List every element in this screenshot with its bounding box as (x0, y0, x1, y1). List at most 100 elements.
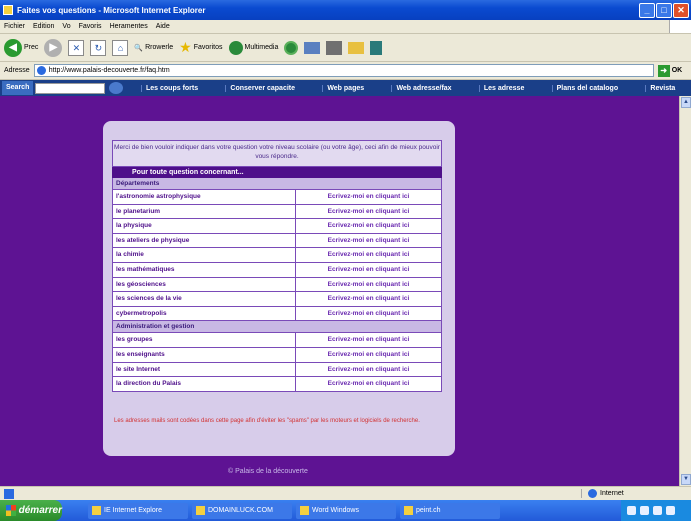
table-row: les sciences de la vie Ecrivez-moi en cli… (112, 292, 442, 307)
media-label: Multimedia (244, 44, 279, 51)
contact-link[interactable]: Ecrivez-moi en cliquant ici (296, 307, 441, 321)
favorites-button[interactable]: ★ Favoritos (179, 39, 222, 56)
system-tray (621, 500, 691, 521)
contact-link[interactable]: Ecrivez-moi en cliquant ici (296, 263, 441, 277)
status-bar: Internet (0, 486, 691, 500)
links-bar: Search Les coups forts Conserver capacit… (0, 80, 691, 96)
link-item[interactable]: Web pages (322, 84, 368, 92)
link-item[interactable]: Conserver capacite (225, 84, 299, 92)
link-item[interactable]: Les adresse (478, 84, 528, 92)
mail-icon[interactable] (304, 41, 321, 54)
row-label: les ateliers de physique (113, 233, 296, 248)
scroll-up-icon[interactable]: ▲ (681, 97, 691, 108)
spam-note: Les adresses mails sont codées dans cett… (114, 418, 420, 424)
row-label: la direction du Palais (113, 377, 296, 391)
row-label: les enseignants (113, 347, 296, 362)
minimize-button[interactable]: _ (639, 2, 655, 18)
menu-tools[interactable]: Heramentes (110, 23, 148, 30)
row-label: le site Internet (113, 362, 296, 377)
search-label: Rrowerle (145, 44, 174, 51)
app-icon (404, 506, 413, 515)
section-header: Départements (112, 178, 442, 190)
back-button[interactable]: ◀ Prec (4, 38, 38, 57)
table-row: les enseignants Ecrivez-moi en cliquant i… (112, 347, 442, 363)
link-item[interactable]: Plans del catalogo (551, 84, 622, 92)
research-icon[interactable] (370, 40, 383, 55)
print-icon[interactable] (326, 40, 343, 55)
taskbar-item[interactable]: DOMAINLUCK.COM (192, 502, 292, 519)
table-row: les groupes Ecrivez-moi en cliquant ici (112, 333, 442, 348)
contact-link[interactable]: Ecrivez-moi en cliquant ici (296, 348, 441, 362)
contact-table: Départements l'astronomie astrophysique E… (112, 178, 442, 392)
task-label: IE Internet Explore (104, 506, 162, 514)
ie-icon (3, 5, 13, 15)
task-label: peint.ch (416, 506, 441, 514)
contact-link[interactable]: Ecrivez-moi en cliquant ici (296, 205, 441, 219)
vertical-scrollbar[interactable]: ▲ ▼ (679, 96, 691, 486)
contact-link[interactable]: Ecrivez-moi en cliquant ici (296, 234, 441, 248)
history-icon[interactable] (284, 40, 299, 55)
contact-link[interactable]: Ecrivez-moi en cliquant ici (296, 363, 441, 377)
contact-link[interactable]: Ecrivez-moi en cliquant ici (296, 333, 441, 347)
section-header: Administration et gestion (112, 321, 442, 334)
home-icon[interactable]: ⌂ (112, 39, 129, 56)
stop-icon[interactable]: ✕ (68, 39, 85, 56)
address-bar: Adresse http://www.palais-decouverte.fr/… (0, 62, 691, 80)
media-button[interactable]: Multimedia (228, 40, 279, 55)
menu-favorites[interactable]: Favoris (79, 23, 102, 30)
forward-button[interactable]: ▶ (44, 38, 63, 57)
title-bar: Faites vos questions - Microsoft Interne… (0, 0, 691, 20)
search-button[interactable]: 🔍 Rrowerle (134, 44, 173, 52)
link-item[interactable]: Web adresse/fax (391, 84, 455, 92)
folder-icon[interactable] (348, 41, 365, 54)
table-row: la chimie Ecrivez-moi en cliquant ici (112, 248, 442, 263)
address-input[interactable]: http://www.palais-decouverte.fr/faq.htm (33, 64, 654, 77)
contact-link[interactable]: Ecrivez-moi en cliquant ici (296, 278, 441, 292)
links-search-label: Search (2, 81, 34, 95)
table-row: la direction du Palais Ecrivez-moi en cli… (112, 377, 442, 392)
taskbar-item[interactable]: IE Internet Explore (88, 502, 188, 519)
menu-edit[interactable]: Edition (33, 23, 54, 30)
tray-icon[interactable] (627, 506, 636, 515)
links-search-go-icon[interactable] (109, 82, 124, 94)
go-button[interactable]: ➜ OK (657, 64, 688, 77)
tray-icon[interactable] (640, 506, 649, 515)
window-title: Faites vos questions - Microsoft Interne… (17, 5, 206, 15)
contact-link[interactable]: Ecrivez-moi en cliquant ici (296, 292, 441, 306)
tray-icon[interactable] (666, 506, 675, 515)
row-label: les sciences de la vie (113, 292, 296, 306)
row-label: les groupes (113, 333, 296, 347)
refresh-icon[interactable]: ↻ (90, 39, 107, 56)
close-button[interactable]: ✕ (673, 2, 689, 18)
taskbar-item[interactable]: peint.ch (400, 502, 500, 519)
contact-link[interactable]: Ecrivez-moi en cliquant ici (296, 219, 441, 233)
link-item[interactable]: Revista (645, 84, 679, 92)
links-search-input[interactable] (35, 82, 106, 94)
contact-link[interactable]: Ecrivez-moi en cliquant ici (296, 190, 441, 204)
menu-help[interactable]: Aide (156, 23, 170, 30)
menu-view[interactable]: Vo (62, 23, 70, 30)
task-label: DOMAINLUCK.COM (208, 506, 273, 514)
contact-link[interactable]: Ecrivez-moi en cliquant ici (296, 248, 441, 262)
taskbar-item[interactable]: Word Windows (296, 502, 396, 519)
row-label: les géosciences (113, 277, 296, 292)
menu-bar: Fichier Edition Vo Favoris Heramentes Ai… (0, 20, 691, 34)
task-label: Word Windows (312, 506, 359, 514)
intro-box: Merci de bien vouloir indiquer dans votr… (112, 140, 442, 167)
table-row: les ateliers de physique Ecrivez-moi en c… (112, 233, 442, 249)
windows-logo-icon (669, 20, 691, 33)
footer-link[interactable]: © Palais de la découverte (228, 468, 308, 475)
page-icon (36, 66, 46, 75)
ask-bar: Pour toute question concernant... (112, 167, 442, 178)
scroll-down-icon[interactable]: ▼ (681, 474, 691, 485)
app-icon (92, 506, 101, 515)
menu-file[interactable]: Fichier (4, 23, 25, 30)
tray-icon[interactable] (653, 506, 662, 515)
contact-link[interactable]: Ecrivez-moi en cliquant ici (296, 377, 441, 391)
start-button[interactable]: démarrer (0, 500, 62, 521)
address-label: Adresse (4, 67, 30, 74)
link-item[interactable]: Les coups forts (141, 84, 202, 92)
maximize-button[interactable]: □ (656, 2, 672, 18)
app-icon (196, 506, 205, 515)
go-arrow-icon: ➜ (657, 64, 670, 77)
